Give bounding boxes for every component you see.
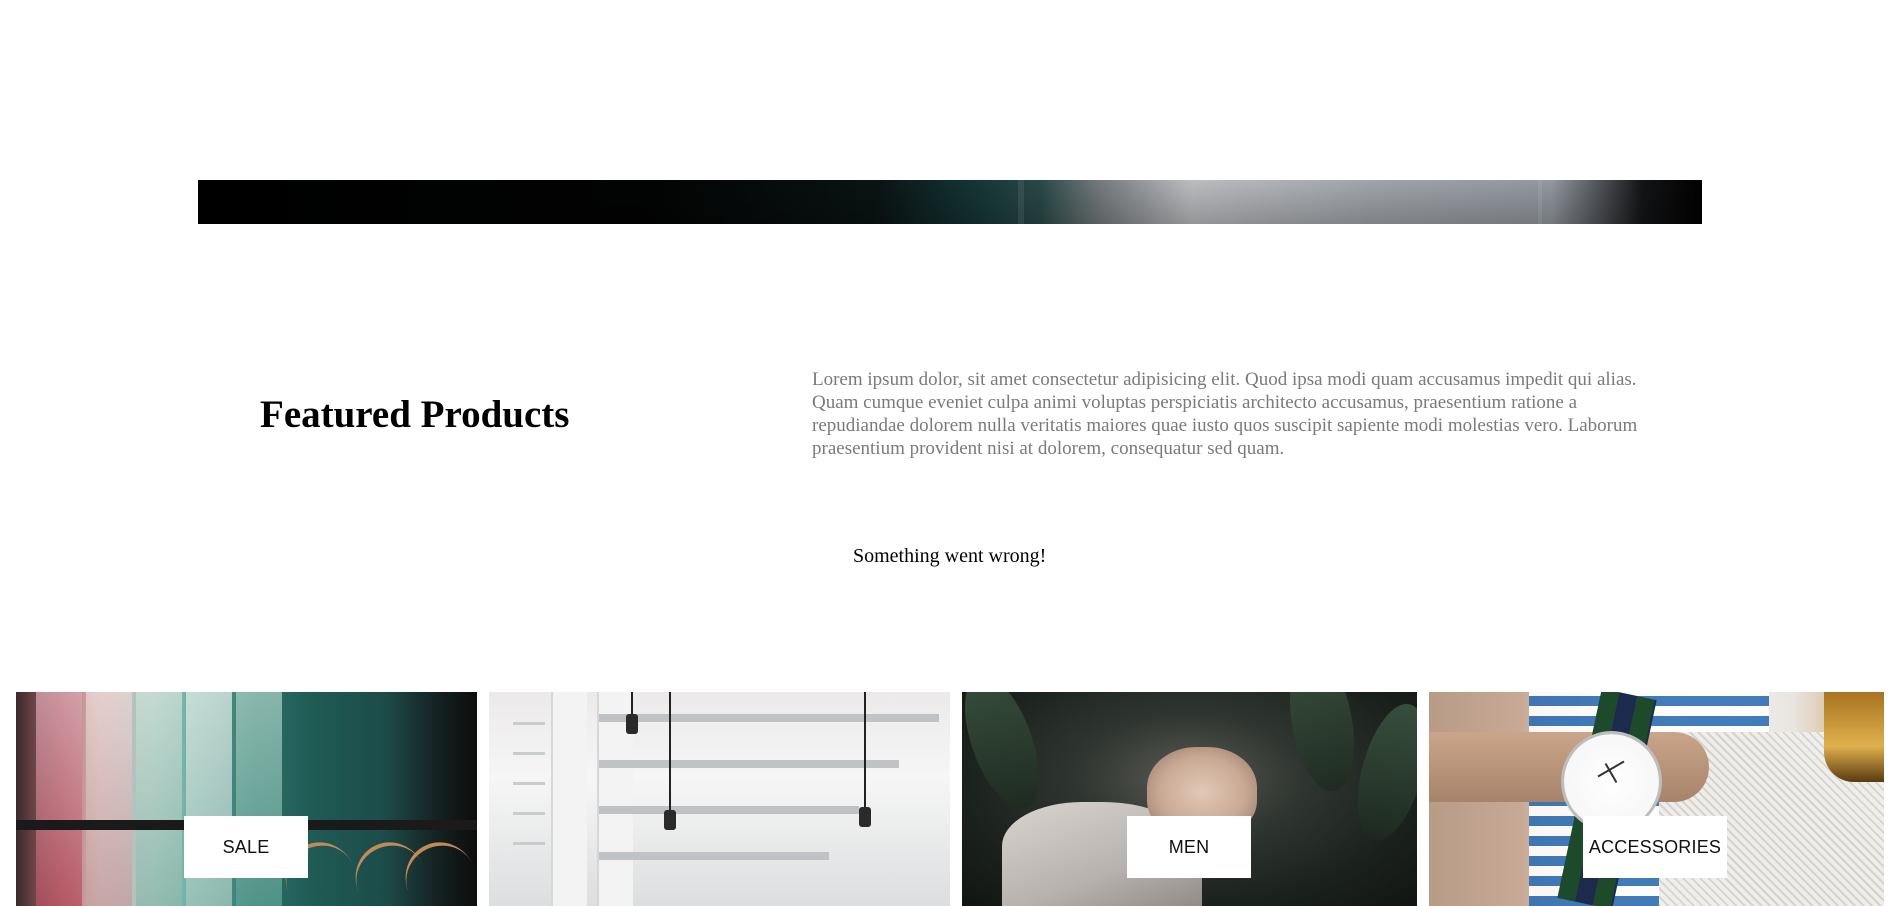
- wall-louver: [513, 722, 545, 725]
- category-tile-interior[interactable]: [489, 692, 950, 906]
- sunglasses-shape: [1824, 692, 1884, 782]
- wall-louver: [513, 782, 545, 785]
- hero-banner-detail: [1018, 180, 1024, 224]
- leaf-shape: [962, 692, 1055, 819]
- watch-face: [1564, 734, 1659, 829]
- wall-louver: [513, 812, 545, 815]
- category-tile-sale[interactable]: SALE: [16, 692, 477, 906]
- wall-louver: [513, 842, 545, 845]
- pendant-lamp: [859, 807, 871, 827]
- leaf-shape: [1344, 696, 1417, 848]
- category-label-men[interactable]: MEN: [1127, 816, 1251, 878]
- featured-products-heading: Featured Products: [260, 393, 570, 436]
- hero-banner-shade: [198, 180, 1702, 224]
- pendant-lamp: [664, 810, 676, 830]
- category-label-sale[interactable]: SALE: [184, 816, 308, 878]
- lamp-cord: [864, 692, 866, 812]
- category-label-accessories[interactable]: ACCESSORIES: [1583, 816, 1727, 878]
- garment-shape: [86, 692, 132, 906]
- category-tile-accessories[interactable]: ACCESSORIES: [1429, 692, 1884, 906]
- garment-shape: [136, 692, 182, 906]
- category-tile-men[interactable]: MEN: [962, 692, 1417, 906]
- pillar-shape: [553, 692, 587, 906]
- garment-shape: [36, 692, 82, 906]
- hero-banner-detail: [1538, 180, 1542, 224]
- lamp-cord: [631, 692, 633, 716]
- wall-louver: [513, 752, 545, 755]
- ceiling-beam: [599, 760, 899, 768]
- leaf-shape: [1280, 692, 1364, 797]
- featured-products-description: Lorem ipsum dolor, sit amet consectetur …: [812, 369, 1638, 459]
- ceiling-beam: [599, 714, 939, 722]
- error-message: Something went wrong!: [853, 545, 1047, 567]
- hero-banner-image: [198, 180, 1702, 224]
- pendant-lamp: [626, 714, 638, 734]
- category-image-interior: [489, 692, 950, 906]
- lamp-cord: [669, 692, 671, 812]
- ceiling-beam: [599, 806, 859, 814]
- ceiling-beam: [599, 852, 829, 860]
